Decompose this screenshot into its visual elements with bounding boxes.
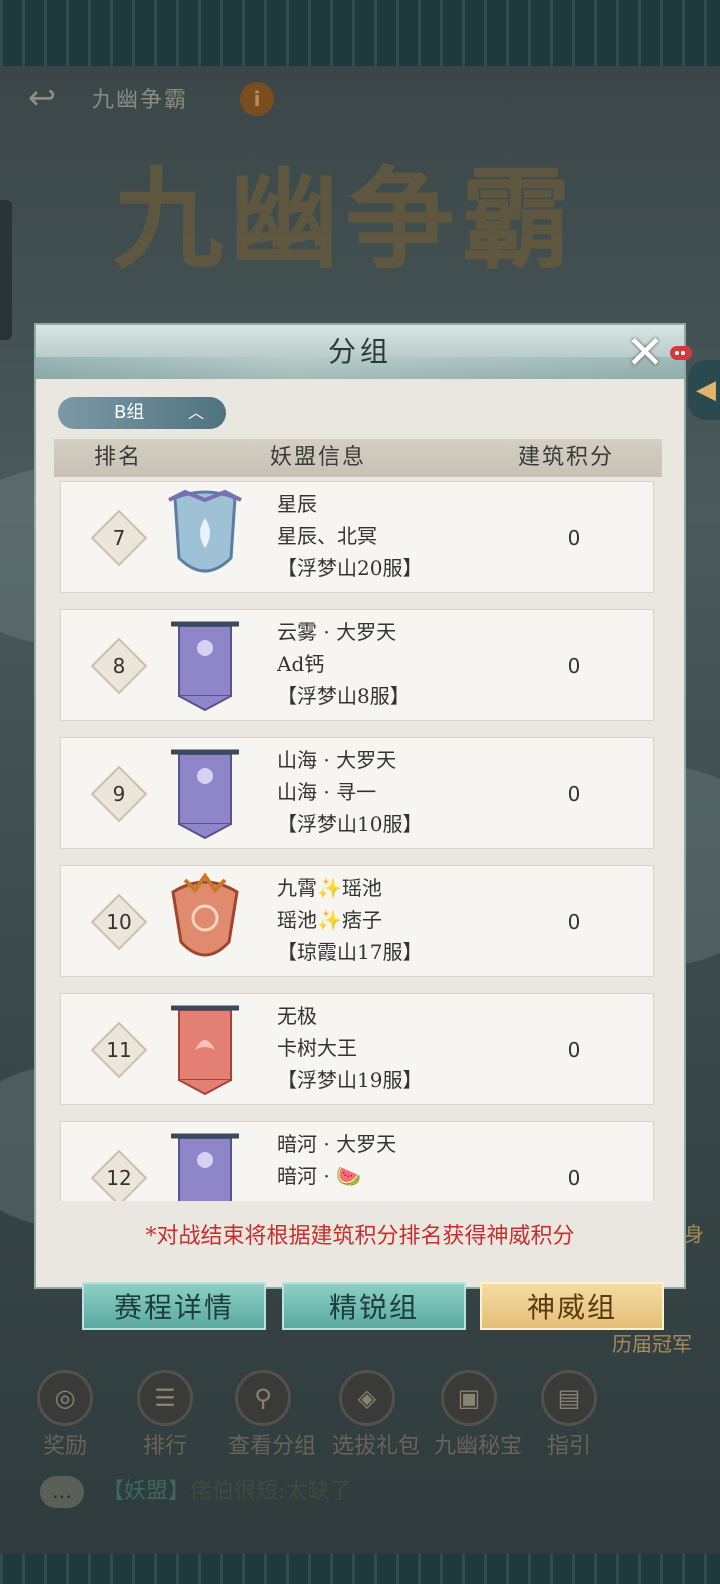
top-border-strip xyxy=(0,0,720,66)
reward-icon: ◎ xyxy=(37,1370,93,1426)
alliance-server: 【浮梦山19服】 xyxy=(277,1068,423,1092)
left-edge-tab xyxy=(0,200,12,340)
col-score: 建筑积分 xyxy=(518,445,615,470)
table-row[interactable]: 9 山海 · 大罗天 山海 · 寻一 【浮梦山10服】 0 xyxy=(60,737,654,849)
side-label: 身 xyxy=(684,1222,704,1246)
rules-note: *对战结束将根据建筑积分排名获得神威积分 xyxy=(145,1224,575,1249)
table-row[interactable]: 10 九霄✨瑶池 瑶池✨痞子 【琼霞山17服】 0 xyxy=(60,865,654,977)
chat-message: 佬伯很短:太缺了 xyxy=(190,1479,352,1504)
treasure-icon: ▣ xyxy=(441,1370,497,1426)
table-row[interactable]: 12 暗河 · 大罗天 暗河 · 🍉 0 xyxy=(60,1121,654,1201)
alliance-leader: 山海 · 寻一 xyxy=(277,780,377,804)
close-icon[interactable]: ✕ xyxy=(621,329,669,377)
reward-button[interactable]: ◎ 奖励 xyxy=(30,1370,100,1460)
alliance-leader: 暗河 · 🍉 xyxy=(277,1164,361,1188)
building-score: 0 xyxy=(567,1166,581,1190)
rank-badge: 9 xyxy=(90,765,148,823)
rank-badge: 12 xyxy=(90,1149,148,1201)
rank-badge: 8 xyxy=(90,637,148,695)
building-score: 0 xyxy=(567,654,581,678)
bottom-icon-bar: ◎ 奖励 ☰ 排行 ⚲ 查看分组 ◈ 选拔礼包 ▣ 九幽秘宝 ▤ 指引 xyxy=(30,1370,710,1460)
rank-badge: 10 xyxy=(90,893,148,951)
alliance-name: 云雾 · 大罗天 xyxy=(277,620,397,644)
chat-bubble-icon[interactable]: … xyxy=(40,1476,84,1508)
building-score: 0 xyxy=(567,526,581,550)
building-score: 0 xyxy=(567,1038,581,1062)
rank-badge: 7 xyxy=(90,509,148,567)
alliance-emblem-icon xyxy=(171,749,239,840)
group-label: B组 xyxy=(114,402,145,423)
alliance-emblem-icon xyxy=(171,1133,239,1201)
back-arrow-icon[interactable]: ↩ xyxy=(14,78,70,118)
guide-icon: ▤ xyxy=(541,1370,597,1426)
building-score: 0 xyxy=(567,910,581,934)
alliance-leader: 瑶池✨痞子 xyxy=(277,908,382,932)
ranking-icon: ☰ xyxy=(137,1370,193,1426)
ranking-button[interactable]: ☰ 排行 xyxy=(130,1370,200,1460)
modal-title: 分组 xyxy=(327,335,392,368)
table-header: 排名 妖盟信息 建筑积分 xyxy=(54,439,662,477)
info-icon[interactable]: i xyxy=(240,82,274,116)
building-score: 0 xyxy=(567,782,581,806)
table-row[interactable]: 8 云雾 · 大罗天 Ad钙 【浮梦山8服】 0 xyxy=(60,609,654,721)
side-expand-arrow-icon[interactable]: ◀ xyxy=(688,360,720,420)
group-selector[interactable]: B组 ︿ xyxy=(58,397,226,429)
alliance-server: 【琼霞山17服】 xyxy=(277,940,423,964)
alliance-emblem-icon xyxy=(171,621,239,712)
alliance-leader: 卡树大王 xyxy=(277,1036,357,1060)
header-title: 九幽争霸 xyxy=(92,88,189,113)
alliance-server: 【浮梦山8服】 xyxy=(277,684,410,708)
notification-dot xyxy=(670,346,692,360)
divine-group-button[interactable]: 神威组 xyxy=(480,1282,664,1330)
schedule-details-button[interactable]: 赛程详情 xyxy=(82,1282,266,1330)
gift-pack-icon: ◈ xyxy=(339,1370,395,1426)
alliance-name: 星辰 xyxy=(277,492,317,516)
chevron-up-icon: ︿ xyxy=(188,403,205,422)
alliance-server: 【浮梦山10服】 xyxy=(277,812,423,836)
table-row[interactable]: 7 星辰 星辰、北冥 【浮梦山20服】 0 xyxy=(60,481,654,593)
alliance-server: 【浮梦山20服】 xyxy=(277,556,423,580)
alliance-leader: 星辰、北冥 xyxy=(277,524,377,548)
alliance-leader: Ad钙 xyxy=(277,652,325,676)
treasure-button[interactable]: ▣ 九幽秘宝 xyxy=(434,1370,522,1460)
group-modal: 分组 ✕ B组 ︿ 排名 妖盟信息 建筑积分 7 星辰 星辰、北冥 【浮梦山20… xyxy=(36,325,692,1287)
alliance-name: 山海 · 大罗天 xyxy=(277,748,397,772)
rank-badge: 11 xyxy=(90,1021,148,1079)
alliance-emblem-icon xyxy=(171,872,239,957)
view-group-icon: ⚲ xyxy=(235,1370,291,1426)
elite-group-button[interactable]: 精锐组 xyxy=(282,1282,466,1330)
alliance-name: 九霄✨瑶池 xyxy=(277,876,382,900)
alliance-list[interactable]: 7 星辰 星辰、北冥 【浮梦山20服】 0 8 云雾 · 大罗天 Ad钙 【浮梦… xyxy=(60,481,660,1201)
chat-channel: 【妖盟】 xyxy=(102,1479,191,1504)
bottom-border-strip xyxy=(0,1554,720,1584)
past-champions-link[interactable]: 历届冠军 xyxy=(612,1328,692,1357)
col-info: 妖盟信息 xyxy=(270,445,367,470)
guide-button[interactable]: ▤ 指引 xyxy=(534,1370,604,1460)
table-row[interactable]: 11 无极 卡树大王 【浮梦山19服】 0 xyxy=(60,993,654,1105)
col-rank: 排名 xyxy=(94,445,143,470)
alliance-name: 无极 xyxy=(277,1004,317,1028)
gift-pack-button[interactable]: ◈ 选拔礼包 xyxy=(332,1370,420,1460)
alliance-name: 暗河 · 大罗天 xyxy=(277,1132,397,1156)
view-group-button[interactable]: ⚲ 查看分组 xyxy=(228,1370,316,1460)
chat-bar[interactable]: … 【妖盟】佬伯很短:太缺了 xyxy=(36,1472,696,1512)
event-title-art: 九幽争霸 xyxy=(113,155,577,284)
alliance-emblem-icon xyxy=(168,489,242,573)
alliance-emblem-icon xyxy=(171,1005,239,1096)
